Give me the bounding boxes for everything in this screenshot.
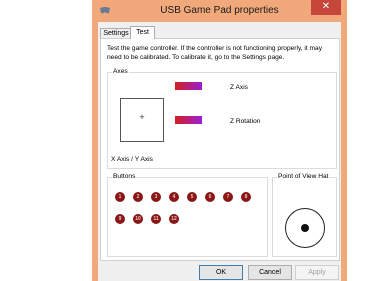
buttons-group-label: Buttons (112, 173, 137, 180)
button-indicator: 6 (205, 192, 215, 202)
axes-group: Axes + X Axis / Y Axis Z Axis Z Rotation (107, 68, 337, 169)
button-indicator: 8 (241, 192, 251, 202)
pov-hat-group-label: Point of View Hat (277, 173, 330, 180)
pov-hat-group: Point of View Hat (272, 173, 337, 257)
z-axis-bar (175, 82, 202, 90)
button-indicator: 1 (115, 192, 125, 202)
button-indicator: 11 (151, 214, 161, 224)
z-rotation-bar (175, 116, 202, 124)
tab-test[interactable]: Test (130, 26, 155, 39)
button-indicator: 4 (169, 192, 179, 202)
ok-button[interactable]: OK (199, 265, 243, 280)
button-indicator: 7 (223, 192, 233, 202)
apply-button[interactable]: Apply (295, 265, 339, 280)
xy-crosshair: + (139, 112, 145, 122)
axes-group-label: Axes (112, 68, 129, 75)
close-button[interactable]: ✕ (311, 0, 341, 15)
dialog-client-area: Settings Test Test the game controller. … (98, 22, 341, 281)
title-bar[interactable]: USB Game Pad properties ✕ (92, 0, 347, 22)
button-indicator: 2 (133, 192, 143, 202)
pov-hat-position-dot (301, 224, 309, 232)
button-indicator: 12 (169, 214, 179, 224)
window-title: USB Game Pad properties (160, 5, 279, 16)
button-indicator: 10 (133, 214, 143, 224)
buttons-group: Buttons 1 2 3 4 5 6 7 8 9 10 11 12 (107, 173, 268, 257)
cancel-button[interactable]: Cancel (248, 265, 292, 280)
test-tab-panel: Test the game controller. If the control… (100, 38, 340, 261)
intro-text: Test the game controller. If the control… (107, 45, 323, 61)
z-axis-label: Z Axis (230, 84, 248, 91)
button-indicator: 5 (187, 192, 197, 202)
pov-hat-indicator (285, 208, 325, 248)
z-rotation-label: Z Rotation (230, 118, 261, 125)
button-indicator: 9 (115, 214, 125, 224)
properties-window: USB Game Pad properties ✕ Settings Test … (92, 0, 347, 281)
xy-axis-box: + (120, 98, 164, 142)
button-indicator: 3 (151, 192, 161, 202)
xy-axis-label: X Axis / Y Axis (111, 156, 153, 163)
